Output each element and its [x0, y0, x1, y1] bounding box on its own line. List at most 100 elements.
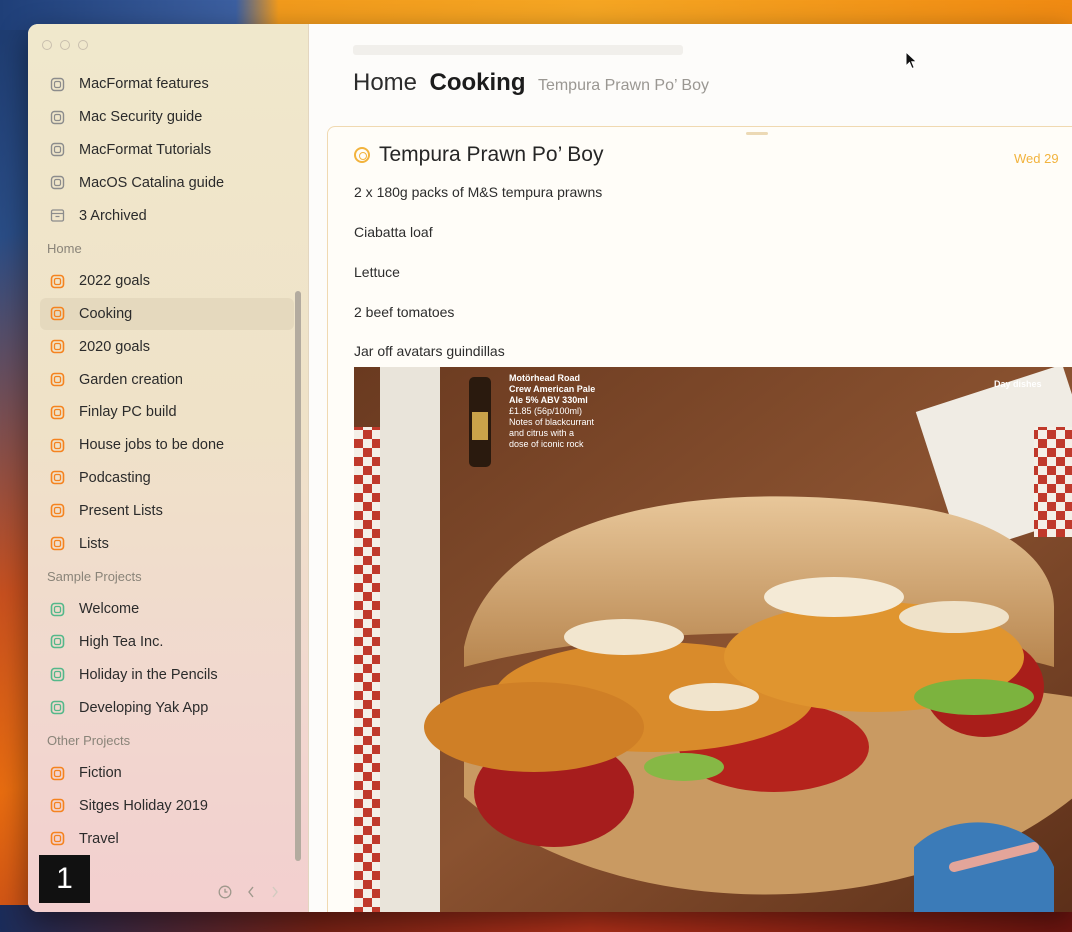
sidebar-item-2022-goals[interactable]: 2022 goals: [40, 265, 294, 298]
sidebar-item-label: Finlay PC build: [79, 404, 177, 421]
note-card[interactable]: Tempura Prawn Po’ Boy Wed 29 2 x 180g pa…: [327, 126, 1072, 912]
project-icon: [50, 77, 65, 92]
note-line[interactable]: Jar off avatars guindillas: [354, 343, 505, 359]
breadcrumb-subtitle: Tempura Prawn Po’ Boy: [537, 77, 709, 94]
project-icon: [50, 405, 65, 420]
sidebar-item-lists[interactable]: Lists: [40, 527, 294, 560]
project-icon: [50, 831, 65, 846]
day-dishes-text: Day dishes: [994, 379, 1042, 389]
breadcrumb-home[interactable]: Home: [353, 69, 417, 96]
sidebar-item-label: MacFormat features: [79, 76, 209, 93]
project-icon: [50, 536, 65, 551]
sidebar-item-present-lists[interactable]: Present Lists: [40, 494, 294, 527]
sidebar-item-label: Garden creation: [79, 371, 183, 388]
sidebar-item-label: Lists: [79, 535, 109, 552]
sidebar-item-label: High Tea Inc.: [79, 633, 164, 650]
sidebar-item-mac-security-guide[interactable]: Mac Security guide: [40, 101, 294, 134]
sidebar-section-home: Home: [47, 240, 82, 256]
project-icon: [50, 307, 65, 321]
sidebar-item-macos-catalina-guide[interactable]: MacOS Catalina guide: [40, 166, 294, 199]
main-content: Home Cooking Tempura Prawn Po’ Boy Tempu…: [309, 24, 1072, 912]
sidebar-item-label: Travel: [79, 830, 119, 847]
sidebar-item-welcome[interactable]: Welcome: [40, 593, 294, 626]
chevron-left-icon[interactable]: [246, 885, 256, 899]
project-icon: [50, 176, 65, 190]
sidebar-item-sitges-holiday[interactable]: Sitges Holiday 2019: [40, 790, 294, 823]
project-icon: [50, 110, 65, 124]
sidebar-item-cooking[interactable]: Cooking: [40, 297, 294, 331]
project-icon: [50, 602, 65, 616]
sidebar-item-label: Cooking: [79, 305, 133, 322]
sidebar: MacFormat features Mac Security guide Ma…: [28, 24, 309, 912]
card-drag-handle[interactable]: [746, 132, 768, 135]
project-icon: [50, 143, 65, 157]
project-icon: [50, 438, 65, 452]
sidebar-item-label: Developing Yak App: [79, 699, 209, 716]
note-title[interactable]: Tempura Prawn Po’ Boy: [354, 143, 604, 167]
sidebar-item-holiday-pencils[interactable]: Holiday in the Pencils: [40, 658, 294, 691]
sidebar-item-label: Mac Security guide: [79, 109, 203, 126]
sidebar-item-podcasting[interactable]: Podcasting: [40, 462, 294, 495]
sidebar-item-high-tea[interactable]: High Tea Inc.: [40, 626, 294, 659]
breadcrumb-section[interactable]: Cooking: [429, 69, 525, 96]
sidebar-item-label: Welcome: [79, 601, 140, 618]
note-line[interactable]: Ciabatta loaf: [354, 224, 433, 240]
sidebar-item-yak-app[interactable]: Developing Yak App: [40, 691, 294, 724]
page-title: Home Cooking Tempura Prawn Po’ Boy: [353, 69, 709, 97]
project-icon: [50, 503, 65, 518]
project-icon: [50, 372, 65, 387]
sidebar-list: MacFormat features Mac Security guide Ma…: [40, 68, 294, 855]
sidebar-item-macformat-tutorials[interactable]: MacFormat Tutorials: [40, 134, 294, 167]
mouse-cursor-icon: [905, 51, 918, 70]
note-status-icon[interactable]: [354, 147, 370, 163]
project-icon: [50, 635, 65, 649]
sidebar-item-label: 3 Archived: [79, 207, 147, 224]
project-icon: [50, 700, 65, 715]
project-icon: [50, 799, 65, 813]
note-line[interactable]: 2 beef tomatoes: [354, 304, 454, 320]
sidebar-section-other-projects: Other Projects: [47, 732, 131, 748]
faded-header: [353, 44, 683, 58]
project-icon: [50, 339, 65, 354]
zoom-window-button[interactable]: [78, 40, 88, 50]
sidebar-item-label: Holiday in the Pencils: [79, 666, 218, 683]
note-date: Wed 29: [1014, 151, 1059, 166]
app-window: MacFormat features Mac Security guide Ma…: [28, 24, 1072, 912]
sidebar-item-travel[interactable]: Travel: [40, 822, 294, 855]
note-line[interactable]: Lettuce: [354, 264, 400, 280]
sidebar-item-label: Present Lists: [79, 502, 163, 519]
sidebar-item-label: 2022 goals: [79, 273, 150, 290]
sandwich-photo[interactable]: Motörhead Road Crew American Pale Ale 5%…: [354, 367, 1072, 912]
project-icon: [50, 667, 65, 682]
minimize-window-button[interactable]: [60, 40, 70, 50]
sidebar-item-2020-goals[interactable]: 2020 goals: [40, 330, 294, 363]
sidebar-item-label: Fiction: [79, 765, 122, 782]
sidebar-item-garden-creation[interactable]: Garden creation: [40, 363, 294, 396]
sidebar-section-sample-projects: Sample Projects: [47, 568, 142, 584]
chevron-right-icon[interactable]: [270, 885, 280, 899]
sidebar-item-label: House jobs to be done: [79, 437, 225, 454]
project-icon: [50, 766, 65, 780]
sidebar-item-label: Sitges Holiday 2019: [79, 797, 208, 814]
sandwich-photo-illustration: Motörhead Road Crew American Pale Ale 5%…: [354, 367, 1072, 912]
window-controls: [42, 40, 88, 50]
sidebar-item-label: Podcasting: [79, 469, 151, 486]
step-number-badge: 1: [39, 855, 90, 903]
sidebar-item-label: MacOS Catalina guide: [79, 174, 225, 191]
note-title-text: Tempura Prawn Po’ Boy: [379, 143, 604, 166]
archive-icon: [50, 209, 65, 222]
sidebar-item-finlay-pc-build[interactable]: Finlay PC build: [40, 396, 294, 429]
sidebar-scrollbar[interactable]: [295, 291, 301, 861]
sidebar-item-macformat-features[interactable]: MacFormat features: [40, 68, 294, 101]
close-window-button[interactable]: [42, 40, 52, 50]
sidebar-item-label: 2020 goals: [79, 338, 150, 355]
clock-icon[interactable]: [218, 885, 232, 899]
sidebar-item-fiction[interactable]: Fiction: [40, 757, 294, 790]
sidebar-item-house-jobs[interactable]: House jobs to be done: [40, 429, 294, 462]
sidebar-item-archived[interactable]: 3 Archived: [40, 199, 294, 232]
project-icon: [50, 274, 65, 288]
sidebar-footer: [218, 885, 280, 899]
sidebar-item-label: MacFormat Tutorials: [79, 141, 212, 158]
note-line[interactable]: 2 x 180g packs of M&S tempura prawns: [354, 184, 602, 200]
project-icon: [50, 471, 65, 485]
